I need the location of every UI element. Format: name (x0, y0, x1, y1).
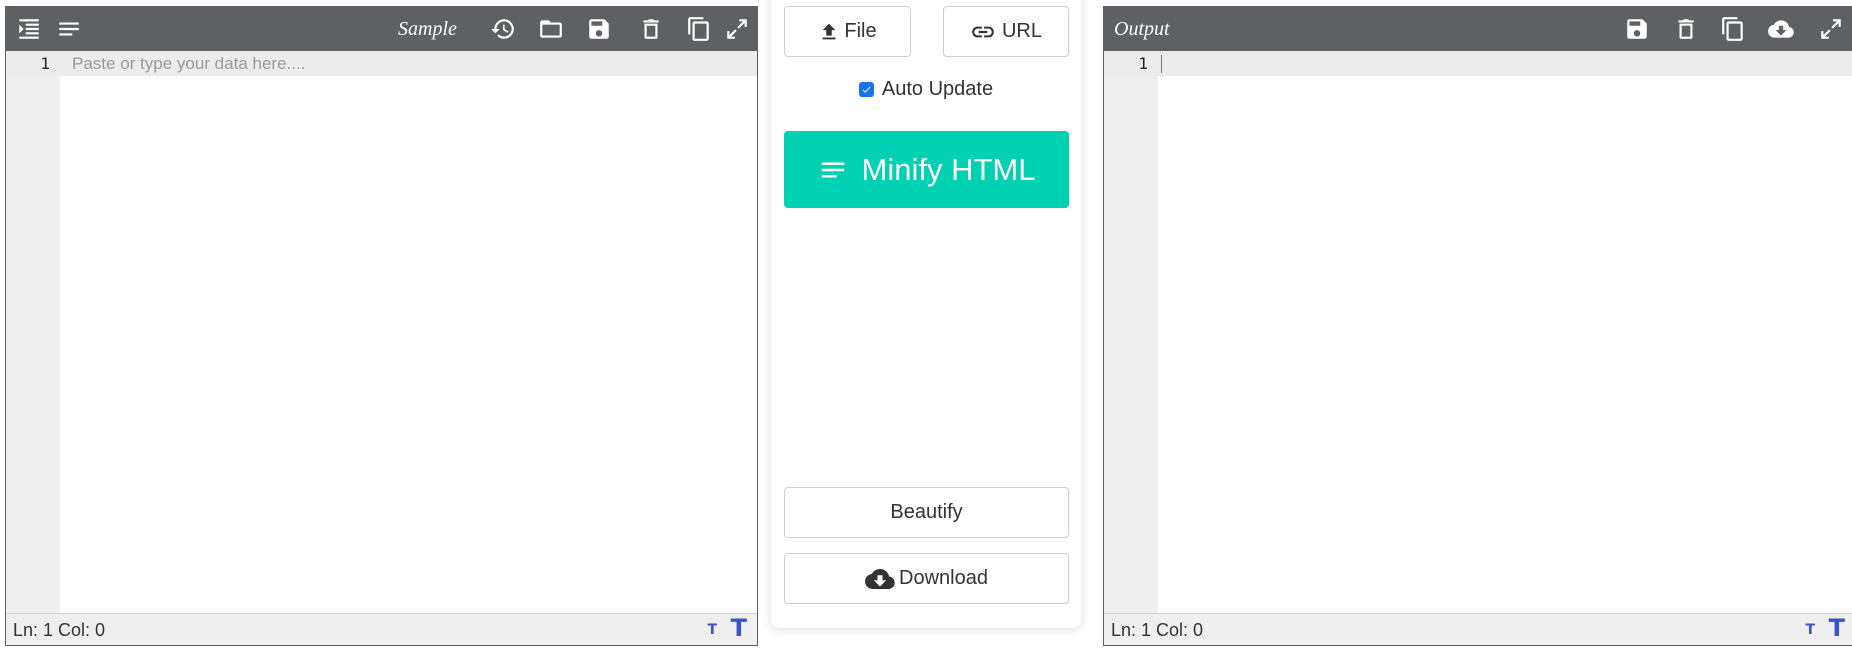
output-statusbar: Ln: 1 Col: 0 T T (1104, 613, 1852, 645)
cloud-download-icon (865, 568, 895, 589)
minify-label: Minify HTML (861, 151, 1036, 187)
cursor-position: Ln: 1 Col: 0 (1111, 620, 1204, 640)
line-number: 1 (1138, 54, 1148, 73)
copy-icon[interactable] (1718, 15, 1748, 43)
output-toolbar: Output (1104, 7, 1852, 51)
cursor-position: Ln: 1 Col: 0 (13, 620, 106, 640)
wrap-lines-icon[interactable] (54, 15, 84, 43)
active-line-highlight (1104, 51, 1852, 76)
download-button[interactable]: Download (784, 553, 1069, 604)
fullscreen-icon[interactable] (1816, 15, 1846, 43)
input-title: Sample (398, 18, 457, 40)
file-label: File (844, 20, 877, 42)
delete-icon[interactable] (636, 15, 666, 43)
auto-update-row: Auto Update (771, 78, 1081, 101)
decrease-font-icon[interactable]: T (1805, 623, 1815, 637)
load-url-button[interactable]: URL (943, 6, 1069, 57)
indent-icon[interactable] (14, 15, 44, 43)
output-editor[interactable]: Output 1 Ln: 1 Col: 0 T T (1103, 6, 1852, 646)
cloud-download-icon[interactable] (1766, 15, 1796, 43)
history-icon[interactable] (488, 15, 518, 43)
download-label: Download (899, 567, 988, 589)
minify-button[interactable]: Minify HTML (784, 131, 1069, 208)
save-icon[interactable] (584, 15, 614, 43)
input-editor[interactable]: Sample 1 Paste or type your data here...… (5, 6, 758, 646)
copy-icon[interactable] (684, 15, 714, 43)
save-icon[interactable] (1622, 15, 1652, 43)
line-gutter (1104, 51, 1158, 613)
delete-icon[interactable] (1671, 15, 1701, 43)
auto-update-checkbox[interactable] (858, 82, 874, 97)
url-label: URL (1001, 20, 1042, 42)
load-file-button[interactable]: File (784, 6, 911, 57)
line-number: 1 (40, 54, 50, 73)
auto-update-label: Auto Update (881, 78, 994, 100)
input-statusbar: Ln: 1 Col: 0 T T (6, 613, 757, 645)
upload-icon (822, 23, 836, 39)
beautify-button[interactable]: Beautify (784, 487, 1069, 538)
fullscreen-icon[interactable] (722, 15, 752, 43)
controls-panel: File URL Auto Update Minify HTML Beautif… (771, 0, 1081, 628)
lines-icon (821, 162, 844, 177)
folder-icon[interactable] (536, 15, 566, 43)
input-placeholder[interactable]: Paste or type your data here.... (72, 51, 305, 76)
increase-font-icon[interactable]: T (1829, 616, 1845, 640)
input-toolbar: Sample (6, 7, 757, 51)
decrease-font-icon[interactable]: T (707, 623, 717, 637)
link-icon (972, 26, 994, 37)
beautify-label: Beautify (890, 501, 963, 523)
line-gutter (6, 51, 60, 613)
text-cursor (1161, 55, 1162, 73)
increase-font-icon[interactable]: T (731, 616, 747, 640)
output-title: Output (1114, 18, 1170, 40)
